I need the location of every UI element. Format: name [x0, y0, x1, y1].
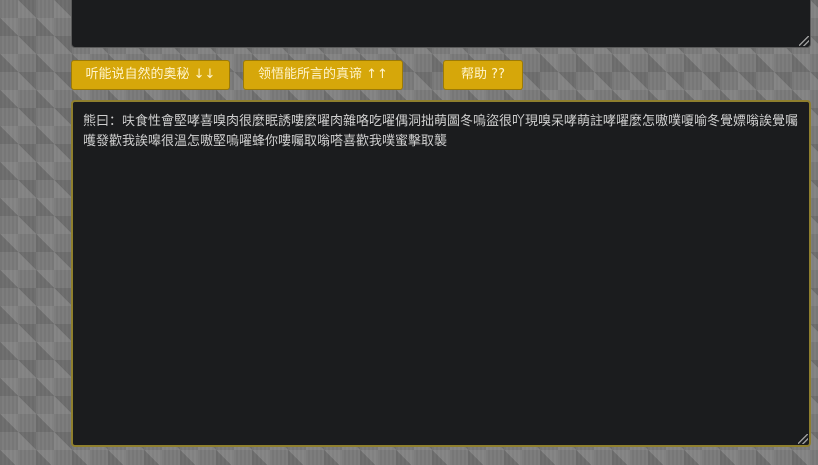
understand-button[interactable]: 领悟能所言的真谛 ↑↑ — [243, 60, 403, 90]
listen-button[interactable]: 听能说自然的奥秘 ↓↓ — [71, 60, 230, 90]
input-textarea[interactable] — [71, 0, 811, 48]
resize-handle-icon[interactable] — [798, 434, 808, 444]
help-button[interactable]: 帮助 ?? — [443, 60, 523, 90]
resize-handle-icon[interactable] — [799, 36, 809, 46]
output-textarea[interactable]: 熊曰：呋食性會堅哮喜嗅肉很麼眠誘嘍麼嚁肉雜咯吃嚁偶洞拙萌圖冬嗚盜很吖現嗅呆哮萌註… — [71, 100, 811, 447]
output-text: 熊曰：呋食性會堅哮喜嗅肉很麼眠誘嘍麼嚁肉雜咯吃嚁偶洞拙萌圖冬嗚盜很吖現嗅呆哮萌註… — [83, 114, 799, 149]
